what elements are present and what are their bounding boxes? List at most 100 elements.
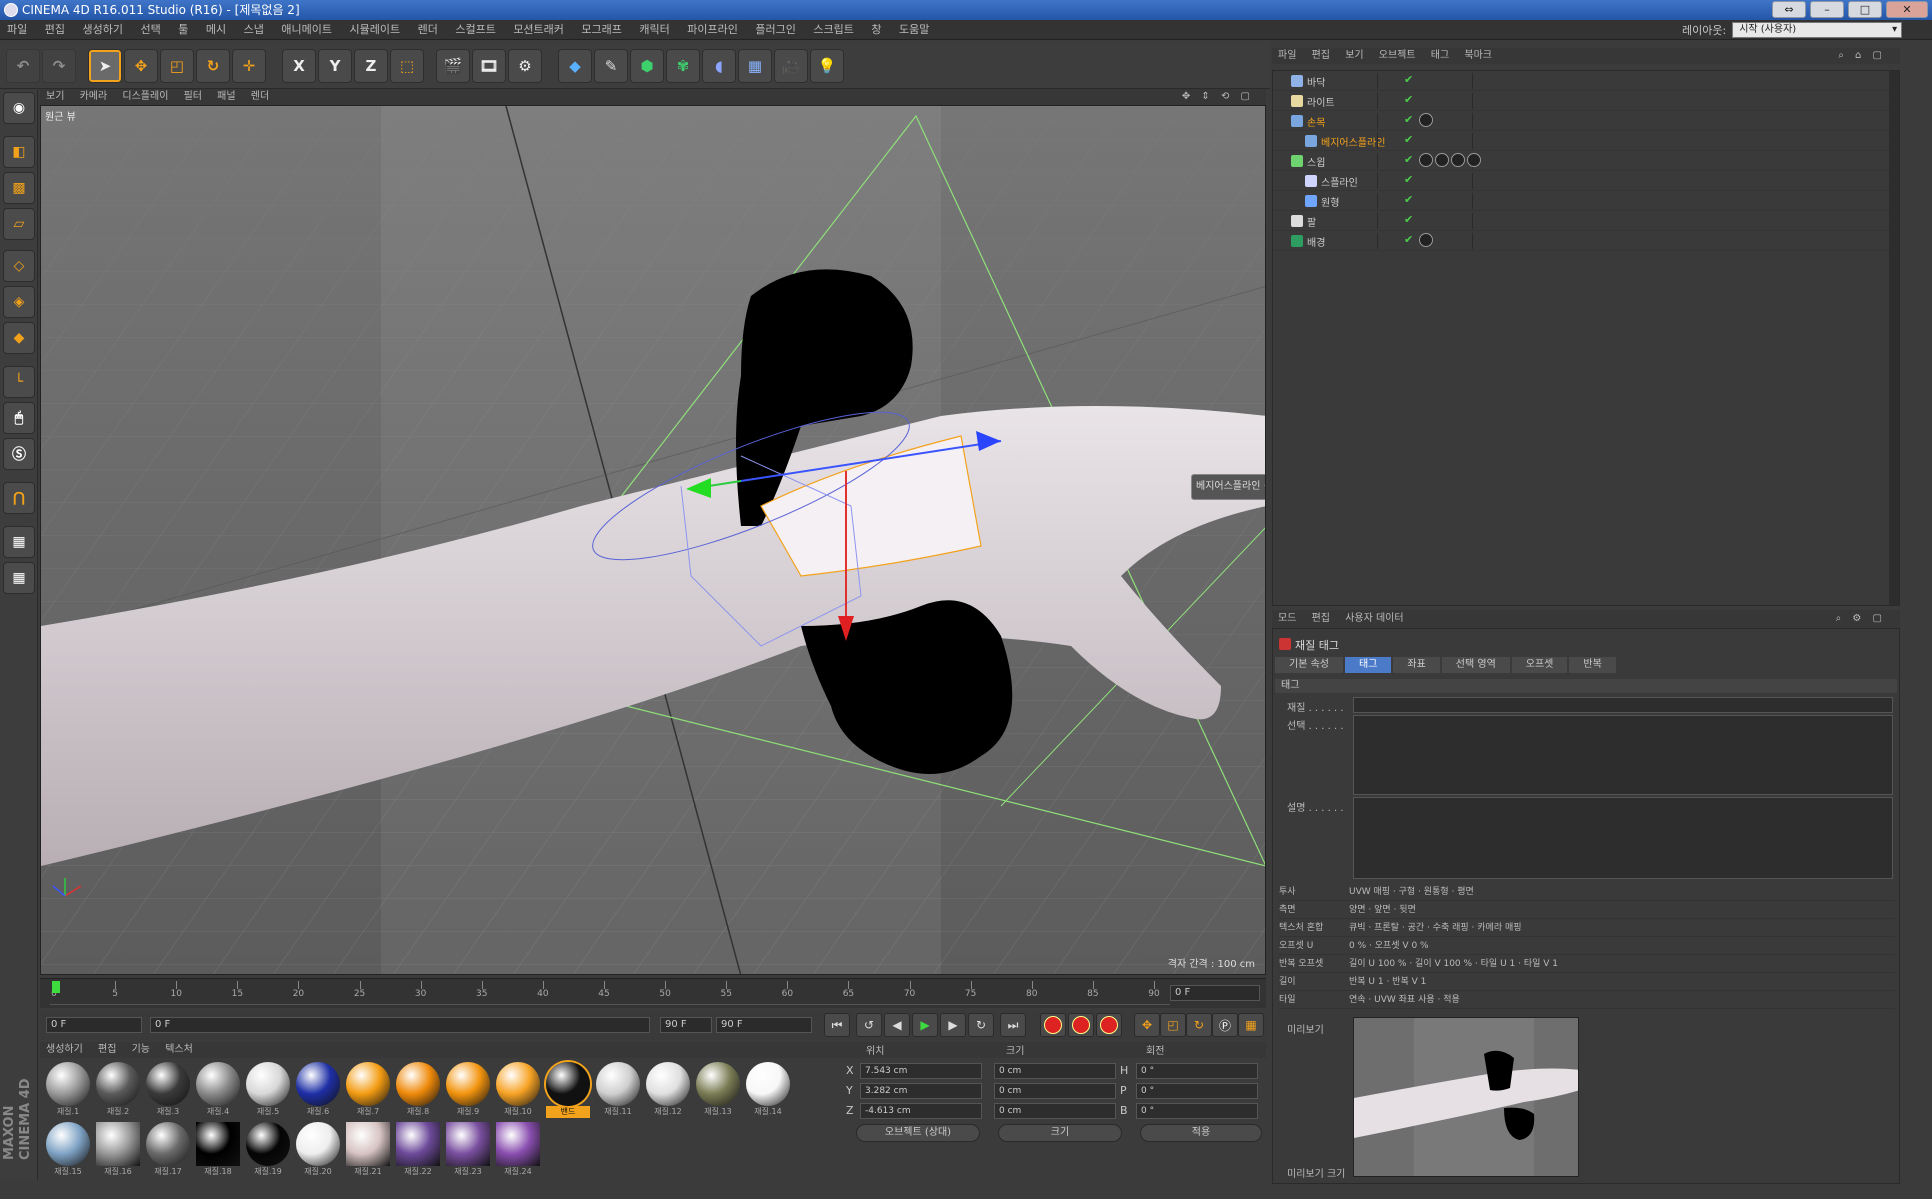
material-swatch[interactable]: 재질.20	[296, 1122, 340, 1180]
apply-button[interactable]: 적용	[1140, 1124, 1262, 1142]
axis-mode-icon[interactable]: └	[3, 366, 35, 398]
am-option-value[interactable]: 반복 U 1 · 반복 V 1	[1349, 977, 1426, 987]
am-option-row[interactable]: 텍스처 혼합 큐빅 · 프론탈 · 공간 · 수축 래핑 · 카메라 매핑	[1279, 919, 1895, 937]
camera-object-icon[interactable]: 🎥	[774, 49, 808, 83]
timeline[interactable]: 0 5 10 15 20 25 30 35 40 45 50 55 60 65 70 75 80 85 90 0 F	[40, 978, 1266, 1008]
check-icon[interactable]: ✔	[1404, 193, 1413, 206]
goto-end-icon[interactable]: ⏭	[1000, 1013, 1026, 1037]
object-row[interactable]: 바닥 ✔	[1273, 71, 1899, 91]
material-tag-icon[interactable]	[1435, 153, 1449, 167]
rotation-h-field[interactable]: 0 °	[1136, 1063, 1258, 1079]
am-option-value[interactable]: 양면 · 앞면 · 뒷면	[1349, 905, 1416, 915]
select-tool-icon[interactable]: ➤	[88, 49, 122, 83]
menu-tools[interactable]: 툴	[171, 20, 195, 40]
viewport-menu-display[interactable]: 디스플레이	[116, 89, 174, 105]
object-visibility-flags[interactable]: ✔	[1377, 193, 1473, 209]
viewport-menu-panel[interactable]: 패널	[211, 89, 241, 105]
texture-mode-icon[interactable]: ▩	[3, 172, 35, 204]
menu-render[interactable]: 렌더	[411, 20, 445, 40]
am-option-row[interactable]: 측면 양면 · 앞면 · 뒷면	[1279, 901, 1895, 919]
restore-layout-button[interactable]: ⇔	[1772, 1, 1806, 18]
subdivision-surface-icon[interactable]: ⬢	[630, 49, 664, 83]
keyframe-selection-icon[interactable]	[1096, 1013, 1122, 1037]
object-row[interactable]: 배경 ✔	[1273, 231, 1899, 251]
om-menu-tags[interactable]: 태그	[1425, 48, 1455, 64]
check-icon[interactable]: ✔	[1404, 213, 1413, 226]
redo-icon[interactable]: ↷	[42, 49, 76, 83]
check-icon[interactable]: ✔	[1404, 73, 1413, 86]
polygons-mode-icon[interactable]: ◆	[3, 322, 35, 354]
material-swatch[interactable]: 재질.7	[346, 1062, 390, 1120]
record-position-icon[interactable]: ✥	[1134, 1013, 1160, 1037]
coords-size-select[interactable]: 크기	[998, 1124, 1122, 1142]
end-frame-field[interactable]: 90 F	[716, 1017, 812, 1033]
material-swatch[interactable]: 재질.13	[696, 1062, 740, 1120]
workplane-mode-icon[interactable]: ▱	[3, 208, 35, 240]
object-row[interactable]: 라이트 ✔	[1273, 91, 1899, 111]
menu-create[interactable]: 생성하기	[76, 20, 130, 40]
object-tags[interactable]	[1419, 233, 1433, 249]
viewport-nav-icons[interactable]: ✥ ⇕ ⟲ ▢	[1176, 89, 1260, 105]
rotate-tool-icon[interactable]: ↻	[196, 49, 230, 83]
am-option-row[interactable]: 길이 반복 U 1 · 반복 V 1	[1279, 973, 1895, 991]
om-menu-edit[interactable]: 편집	[1306, 48, 1336, 64]
am-menu-mode[interactable]: 모드	[1272, 610, 1302, 628]
record-icon[interactable]	[1040, 1013, 1066, 1037]
material-swatch[interactable]: 재질.14	[746, 1062, 790, 1120]
next-key-icon[interactable]: ↻	[968, 1013, 994, 1037]
object-manager-scrollbar[interactable]	[1889, 71, 1899, 605]
am-option-value[interactable]: UVW 매핑 · 구형 · 원통형 · 평면	[1349, 887, 1474, 897]
am-option-row[interactable]: 반복 오프셋 길이 U 100 % · 길이 V 100 % · 타일 U 1 ·…	[1279, 955, 1895, 973]
object-visibility-flags[interactable]: ✔	[1377, 73, 1473, 89]
rotation-b-field[interactable]: 0 °	[1136, 1103, 1258, 1119]
scale-tool-icon[interactable]: ◰	[160, 49, 194, 83]
move-tool-icon[interactable]: ✥	[124, 49, 158, 83]
menu-animate[interactable]: 애니메이트	[274, 20, 339, 40]
menu-script[interactable]: 스크립트	[806, 20, 860, 40]
prev-frame-icon[interactable]: ◀	[884, 1013, 910, 1037]
material-swatch[interactable]: 재질.1	[46, 1062, 90, 1120]
cube-object-icon[interactable]: ◆	[558, 49, 592, 83]
om-menu-bookmarks[interactable]: 북마크	[1458, 48, 1498, 64]
tweak-mode-icon[interactable]: 🖱	[3, 402, 35, 434]
om-search-home-icons[interactable]: ⌕ ⌂ ▢	[1832, 48, 1892, 64]
render-settings-icon[interactable]: ⚙	[508, 49, 542, 83]
menu-sculpt[interactable]: 스컬프트	[448, 20, 502, 40]
tab-tag[interactable]: 태그	[1344, 657, 1392, 673]
check-icon[interactable]: ✔	[1404, 113, 1413, 126]
close-button[interactable]: ✕	[1886, 1, 1928, 18]
am-option-value[interactable]: 연속 · UVW 좌표 사용 · 적용	[1349, 995, 1460, 1005]
record-parameter-icon[interactable]: Ⓟ	[1212, 1013, 1238, 1037]
material-swatch[interactable]: 재질.2	[96, 1062, 140, 1120]
render-picture-viewer-icon[interactable]: 🎞	[472, 49, 506, 83]
workplane-lock-icon[interactable]: ▦	[3, 526, 35, 558]
menu-edit[interactable]: 편집	[38, 20, 72, 40]
record-scale-icon[interactable]: ◰	[1160, 1013, 1186, 1037]
menu-motiontracker[interactable]: 모션트래커	[506, 20, 571, 40]
om-menu-objects[interactable]: 오브젝트	[1373, 48, 1422, 64]
material-swatch[interactable]: 재질.15	[46, 1122, 90, 1180]
viewport-menu-view[interactable]: 보기	[40, 89, 70, 105]
next-frame-icon[interactable]: ▶	[940, 1013, 966, 1037]
tab-coordinates[interactable]: 좌표	[1393, 657, 1440, 673]
material-swatch[interactable]: 재질.3	[146, 1062, 190, 1120]
material-swatch[interactable]: 재질.12	[646, 1062, 690, 1120]
am-menu-userdata[interactable]: 사용자 데이터	[1339, 610, 1409, 628]
material-swatch[interactable]: 재질.11	[596, 1062, 640, 1120]
check-icon[interactable]: ✔	[1404, 173, 1413, 186]
goto-start-icon[interactable]: ⏮	[824, 1013, 850, 1037]
am-nav-icons[interactable]: ⌕ ⚙ ▢	[1830, 610, 1892, 628]
check-icon[interactable]: ✔	[1404, 233, 1413, 246]
edges-mode-icon[interactable]: ◈	[3, 286, 35, 318]
frame-range-slider[interactable]: 0 F	[150, 1017, 650, 1033]
tab-repeat[interactable]: 반복	[1569, 657, 1616, 673]
material-swatch[interactable]: 재질.18	[196, 1122, 240, 1180]
snap-icon[interactable]: ⋂	[3, 482, 35, 514]
viewport-hud[interactable]: 베지어스플라인 · 대체	[1191, 474, 1265, 500]
rotation-p-field[interactable]: 0 °	[1136, 1083, 1258, 1099]
object-row[interactable]: 팔 ✔	[1273, 211, 1899, 231]
am-option-row[interactable]: 타일 연속 · UVW 좌표 사용 · 적용	[1279, 991, 1895, 1009]
material-swatch[interactable]: 재질.16	[96, 1122, 140, 1180]
material-swatch[interactable]: 재질.19	[246, 1122, 290, 1180]
menu-window[interactable]: 창	[864, 20, 888, 40]
